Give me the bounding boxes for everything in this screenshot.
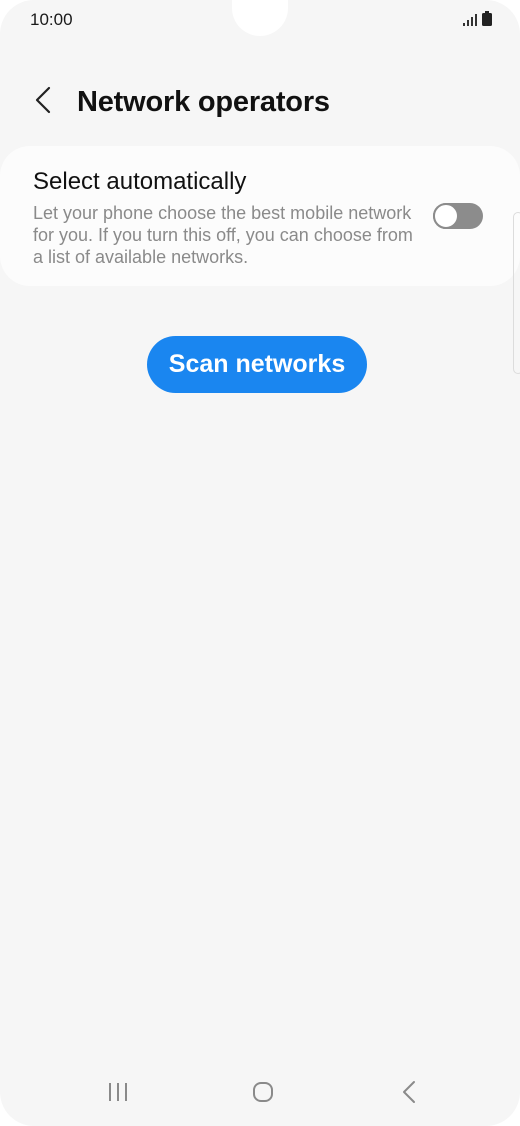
select-automatically-title: Select automatically (33, 168, 247, 195)
select-automatically-description: Let your phone choose the best mobile ne… (33, 203, 413, 267)
phone-screen: 10:00 Network operators Select automatic… (0, 0, 520, 1126)
chevron-left-icon (34, 86, 52, 119)
home-icon (251, 1080, 275, 1109)
status-icons (463, 11, 492, 31)
select-automatically-row[interactable]: Select automatically Let your phone choo… (0, 146, 520, 286)
settings-card: Select automatically Let your phone choo… (0, 146, 520, 286)
toggle-knob (433, 203, 459, 229)
scroll-indicator[interactable] (513, 212, 520, 374)
scan-networks-button[interactable]: Scan networks (147, 336, 367, 393)
app-bar: Network operators (0, 78, 520, 128)
system-back-button[interactable] (389, 1076, 429, 1112)
navigation-bar (0, 1068, 520, 1120)
home-button[interactable] (243, 1076, 283, 1112)
recent-apps-button[interactable] (98, 1076, 138, 1112)
battery-icon (482, 11, 492, 31)
select-automatically-toggle[interactable] (433, 203, 483, 229)
page-title: Network operators (77, 86, 330, 118)
signal-icon (463, 13, 477, 31)
back-button[interactable] (28, 84, 58, 120)
recent-apps-icon (107, 1081, 129, 1108)
status-bar: 10:00 (0, 0, 520, 40)
status-time: 10:00 (30, 10, 73, 29)
back-icon (401, 1080, 417, 1109)
